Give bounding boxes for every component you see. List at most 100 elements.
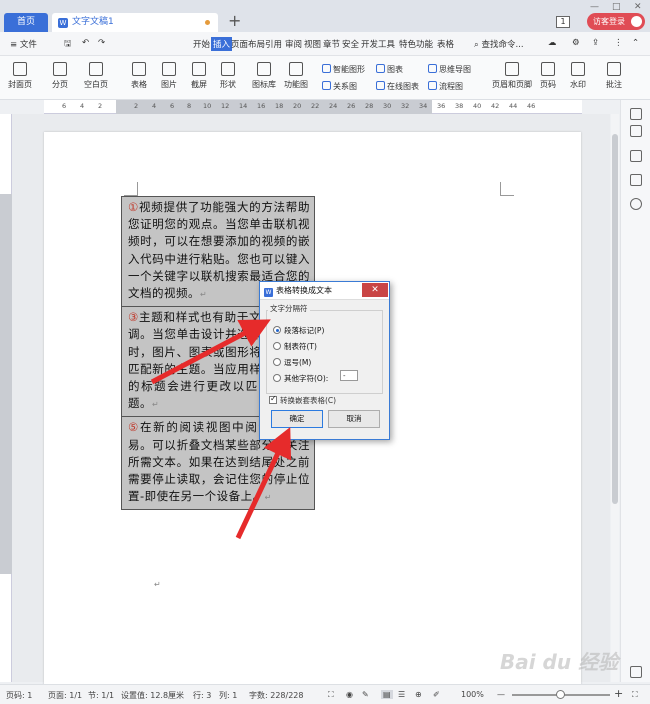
ribbon-relation[interactable]: 关系图 <box>322 81 357 92</box>
ribbon-image[interactable]: 图片 <box>161 62 177 90</box>
vertical-ruler[interactable] <box>0 114 12 682</box>
page-view-icon[interactable]: ▤ <box>381 690 393 699</box>
dialog-title-bar[interactable]: W 表格转换成文本 ✕ <box>260 282 389 300</box>
redo-icon[interactable]: ↷ <box>98 38 105 48</box>
ribbon-mind-map[interactable]: 思维导图 <box>428 64 471 75</box>
settings-icon[interactable]: ⚙ <box>572 38 580 48</box>
ribbon-label: 截屏 <box>191 80 207 89</box>
tab-home[interactable]: 首页 <box>4 13 48 32</box>
outline-view-icon[interactable]: ☰ <box>398 690 405 699</box>
horizontal-ruler[interactable]: 6 4 2 2 4 6 8 10 12 14 16 18 20 22 24 26… <box>44 100 582 114</box>
other-char-input[interactable]: - <box>340 370 358 381</box>
cloud-icon[interactable]: ☁ <box>548 38 557 48</box>
ok-button[interactable]: 确定 <box>271 410 323 428</box>
radio-comma[interactable] <box>273 358 281 366</box>
menu-security[interactable]: 安全 <box>342 38 359 50</box>
fullscreen-icon[interactable]: ⛶ <box>328 690 334 700</box>
close-window-icon[interactable]: ✕ <box>634 2 642 12</box>
ribbon-function-chart[interactable]: 功能图 <box>284 62 308 90</box>
paragraph-mark-icon: ↵ <box>264 493 272 503</box>
menu-insert[interactable]: 插入 <box>211 37 233 51</box>
share-icon[interactable]: ⇪ <box>592 38 599 48</box>
dialog-title: 表格转换成文本 <box>276 286 332 295</box>
status-setting[interactable]: 设置值: 12.8厘米 <box>121 690 184 701</box>
menu-reference[interactable]: 引用 <box>265 38 282 50</box>
menu-chapter[interactable]: 章节 <box>323 38 340 50</box>
menu-home[interactable]: 开始 <box>193 38 210 50</box>
menu-file[interactable]: ≡ 文件 <box>10 38 37 50</box>
icon-library-icon <box>257 62 271 76</box>
ribbon-page-break[interactable]: 分页 <box>52 62 68 90</box>
option-comma[interactable]: 逗号(M) <box>273 357 311 368</box>
search-icon: ⌕ <box>474 40 479 50</box>
menu-features[interactable]: 特色功能 <box>399 38 433 50</box>
visitor-login-button[interactable]: 访客登录 <box>587 13 645 30</box>
ribbon-flowchart[interactable]: 流程图 <box>428 81 463 92</box>
ribbon-icon-library[interactable]: 图标库 <box>252 62 276 90</box>
dialog-close-button[interactable]: ✕ <box>362 283 388 297</box>
ruler-tick: 8 <box>187 102 192 110</box>
status-words[interactable]: 字数: 228/228 <box>249 690 303 701</box>
pen-icon[interactable] <box>630 125 642 137</box>
pen-view-icon[interactable]: ✐ <box>433 690 440 699</box>
image-icon <box>162 62 176 76</box>
ribbon-smart-art[interactable]: 智能图形 <box>322 64 365 75</box>
option-other[interactable]: 其他字符(O): <box>273 373 328 384</box>
ribbon-page-number[interactable]: 页码 <box>540 62 556 90</box>
save-icon[interactable]: 🖫 <box>64 38 71 52</box>
cancel-button[interactable]: 取消 <box>328 410 380 428</box>
window-count-badge[interactable]: 1 <box>556 16 570 28</box>
edit-icon[interactable]: ✎ <box>362 690 369 699</box>
menu-developer[interactable]: 开发工具 <box>361 38 395 50</box>
more-icon[interactable]: ⋮ <box>614 38 623 48</box>
radio-paragraph-mark[interactable] <box>273 326 281 334</box>
filter-icon[interactable] <box>630 174 642 186</box>
ribbon-screenshot[interactable]: 截屏 <box>191 62 207 90</box>
zoom-in-icon[interactable]: + <box>614 687 623 700</box>
paragraph-mark-icon: ↵ <box>200 290 208 300</box>
ribbon-label: 空白页 <box>84 80 108 89</box>
ribbon-chart[interactable]: 图表 <box>376 64 403 75</box>
ribbon-comment[interactable]: 批注 <box>606 62 622 90</box>
new-tab-icon[interactable]: + <box>228 11 241 30</box>
tab-document[interactable]: W 文字文稿1 <box>52 13 218 32</box>
menu-review[interactable]: 审阅 <box>285 38 302 50</box>
radio-tab[interactable] <box>273 342 281 350</box>
maximize-icon[interactable]: □ <box>612 2 621 12</box>
help-icon[interactable] <box>630 198 642 210</box>
convert-nested-checkbox[interactable] <box>269 394 277 404</box>
option-paragraph-mark[interactable]: 段落标记(P) <box>273 325 324 336</box>
paragraph-mark-icon: ↵ <box>154 580 161 589</box>
web-view-icon[interactable]: ⊕ <box>415 690 422 699</box>
ribbon-watermark[interactable]: 水印 <box>570 62 586 90</box>
radio-other[interactable] <box>273 374 281 382</box>
undo-icon[interactable]: ↶ <box>82 38 89 48</box>
ribbon-table[interactable]: 表格 <box>131 62 147 90</box>
eye-icon[interactable]: ◉ <box>346 690 353 699</box>
cursor-icon[interactable] <box>630 150 642 162</box>
zoom-out-icon[interactable]: — <box>497 690 505 699</box>
ribbon-shape[interactable]: 形状 <box>220 62 236 90</box>
convert-nested-tables[interactable]: 转换嵌套表格(C) <box>269 394 336 406</box>
collapse-ribbon-icon[interactable]: ⌃ <box>632 38 639 48</box>
search-command[interactable]: ⌕ 查找命令... <box>474 38 524 50</box>
apps-icon[interactable] <box>630 666 642 678</box>
zoom-level[interactable]: 100% <box>461 690 484 699</box>
ribbon-cover-page[interactable]: 封面页 <box>8 62 32 90</box>
collapse-panel-icon[interactable] <box>630 108 642 120</box>
status-col: 列: 1 <box>219 691 238 700</box>
crop-mark <box>500 182 514 196</box>
zoom-slider-knob[interactable] <box>556 690 565 699</box>
crop-mark <box>124 182 138 196</box>
menu-table[interactable]: 表格 <box>437 38 454 50</box>
ribbon-online-chart[interactable]: 在线图表 <box>376 81 419 92</box>
minimize-icon[interactable]: — <box>590 2 599 12</box>
ribbon-header-footer[interactable]: 页眉和页脚 <box>492 62 532 90</box>
fit-icon[interactable]: ⛶ <box>632 690 638 700</box>
menu-view[interactable]: 视图 <box>304 38 321 50</box>
scroll-thumb[interactable] <box>612 134 618 504</box>
vertical-scrollbar[interactable] <box>611 114 619 682</box>
ribbon-blank-page[interactable]: 空白页 <box>84 62 108 90</box>
option-tab[interactable]: 制表符(T) <box>273 341 317 352</box>
menu-layout[interactable]: 页面布局 <box>231 38 265 50</box>
